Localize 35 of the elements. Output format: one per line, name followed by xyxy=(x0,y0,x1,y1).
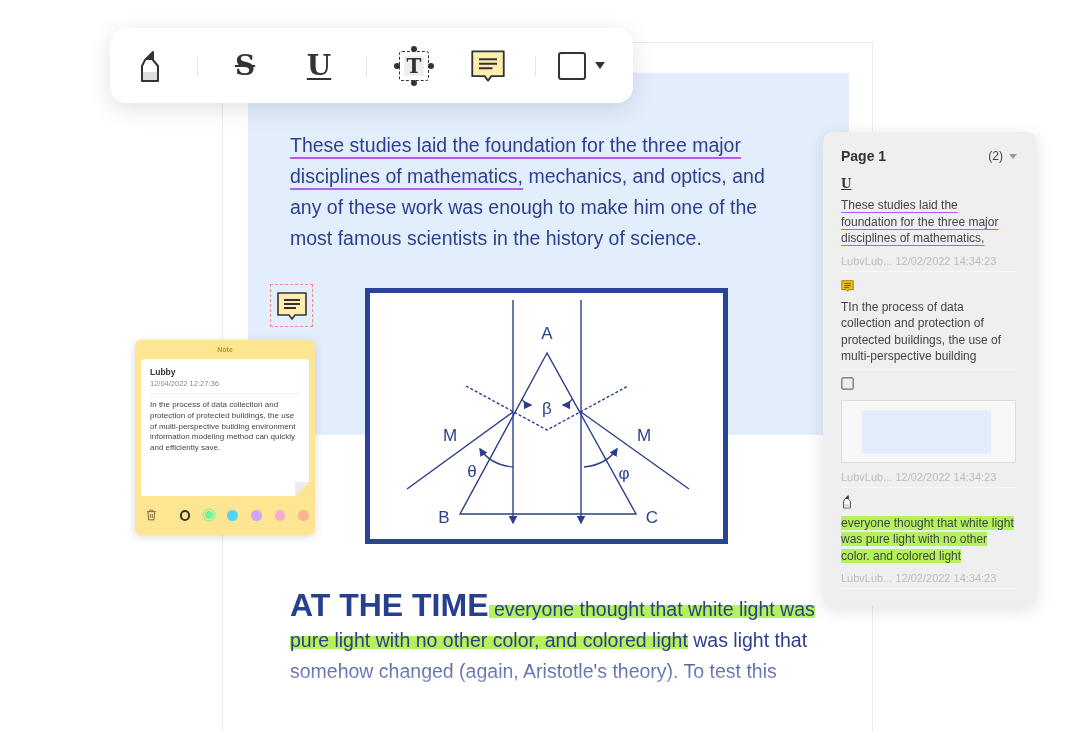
annotation-count[interactable]: (2) xyxy=(988,149,1003,163)
diagram-label: θ xyxy=(467,462,477,481)
color-swatch[interactable] xyxy=(250,509,262,521)
note-tool-icon xyxy=(470,47,506,84)
color-swatch[interactable] xyxy=(298,509,309,521)
comment-annotation[interactable] xyxy=(270,284,313,327)
annotation-text[interactable]: TIn the process of data collection and protection of protected buildings, the use of multi-perspective building xyxy=(841,298,1017,365)
color-swatch[interactable] xyxy=(205,511,213,519)
trash-icon[interactable] xyxy=(146,509,157,521)
shape-preview[interactable] xyxy=(841,399,1016,463)
note-body: In the process of data collection and protection of protected buildings, the use of multi-perspective building environment information modeling method can quickly and efficiently save. xyxy=(150,400,297,454)
note-icon xyxy=(841,277,854,294)
comment-icon xyxy=(275,289,308,322)
square-icon xyxy=(841,377,854,390)
strikethrough-tool[interactable]: S xyxy=(225,45,265,86)
underline-icon: U xyxy=(841,177,852,191)
annotation-text[interactable]: everyone thought that white light was pure light with no other color. and colored light xyxy=(841,514,1017,564)
color-swatch[interactable] xyxy=(227,509,238,521)
underline-tool[interactable]: U xyxy=(299,45,339,86)
paragraph-text: These studies laid the foundation for the three major disciplines of mathematics, mechanics, and optics, and any of these work was enough to make him one of the most famous scientists in the history of science. xyxy=(290,133,766,251)
diagram-label: M xyxy=(636,426,652,445)
color-swatch[interactable] xyxy=(274,509,286,521)
diagram-label: C xyxy=(645,508,659,527)
diagram-label: B xyxy=(438,508,450,527)
caret-icon[interactable] xyxy=(1009,153,1017,159)
color-swatch[interactable] xyxy=(179,509,191,521)
diagram-label: M xyxy=(442,426,458,445)
page-title: Page 1 xyxy=(841,148,888,164)
diagram-label: φ xyxy=(618,464,630,483)
diagram-label: β xyxy=(542,399,552,418)
annotation-text[interactable]: These studies laid the foundation for the three major disciplines of mathematics, xyxy=(841,197,1017,247)
highlighter-icon xyxy=(841,494,853,509)
note-author: Lubby xyxy=(150,367,177,377)
square-icon xyxy=(557,50,587,81)
diagram-label: A xyxy=(541,324,553,343)
